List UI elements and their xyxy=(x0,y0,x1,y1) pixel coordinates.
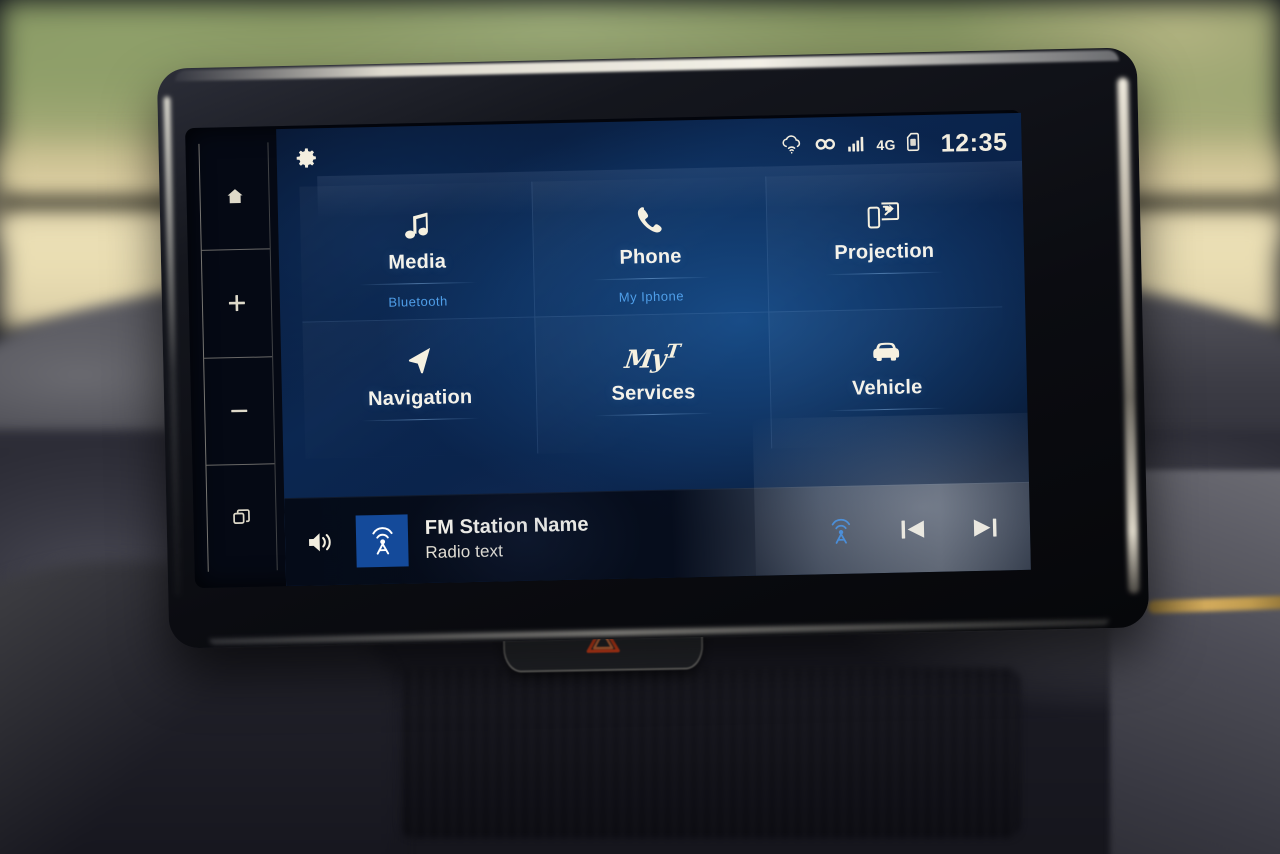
home-icon xyxy=(227,189,243,204)
tile-underline xyxy=(361,417,480,422)
now-playing-meta: FM Station Name Radio text xyxy=(425,513,590,563)
cards-icon xyxy=(233,509,250,524)
status-indicators: 4G 12:35 xyxy=(779,128,1008,162)
tile-underline xyxy=(358,281,477,286)
myt-logo-text: My xyxy=(623,343,668,374)
tile-label: Phone xyxy=(619,245,682,269)
volume-down-button[interactable] xyxy=(204,355,275,465)
myt-logo: MyT xyxy=(623,332,683,374)
gear-icon[interactable] xyxy=(295,146,318,169)
home-tile-grid: Media Bluetooth Phone My Iphone Projecti… xyxy=(299,171,1006,459)
volume-up-button[interactable] xyxy=(201,248,273,358)
tile-underline xyxy=(594,412,713,417)
network-type-label: 4G xyxy=(876,136,896,154)
signal-bars-icon xyxy=(847,135,865,156)
minus-icon xyxy=(231,409,248,412)
apps-button[interactable] xyxy=(206,463,277,572)
tile-label: Navigation xyxy=(367,385,473,411)
home-button[interactable] xyxy=(199,142,269,250)
skip-previous-icon xyxy=(901,520,925,539)
tile-label: Projection xyxy=(834,239,935,265)
track-title: FM Station Name xyxy=(424,512,589,539)
tile-underline xyxy=(591,276,710,281)
media-player-bar: FM Station Name Radio text xyxy=(284,481,1031,587)
album-art-tile[interactable] xyxy=(355,513,409,568)
tile-sublabel: My Iphone xyxy=(618,288,685,305)
screen-mirroring-icon xyxy=(867,192,900,231)
physical-button-strip xyxy=(198,142,278,572)
tile-sublabel: Bluetooth xyxy=(388,293,448,310)
track-subtitle: Radio text xyxy=(425,540,504,562)
cloud-wifi-icon xyxy=(779,134,804,160)
tile-underline xyxy=(828,407,947,412)
radio-tower-icon xyxy=(831,518,851,544)
tile-vehicle[interactable]: Vehicle xyxy=(768,307,1006,449)
sim-card-icon xyxy=(906,132,920,157)
plus-icon xyxy=(228,295,245,312)
infotainment-screen: 4G 12:35 Media Bluetooth Phone My Iphone… xyxy=(276,112,1031,587)
radio-tower-icon xyxy=(371,527,393,555)
head-unit: 4G 12:35 Media Bluetooth Phone My Iphone… xyxy=(156,47,1150,649)
tile-navigation[interactable]: Navigation xyxy=(302,317,539,459)
speaker-volume-icon[interactable] xyxy=(307,530,335,555)
tile-services[interactable]: MyT Services xyxy=(535,312,772,454)
tile-label: Media xyxy=(388,250,447,274)
skip-next-icon xyxy=(973,518,997,537)
tile-label: Services xyxy=(611,381,696,405)
previous-track-button[interactable] xyxy=(898,514,929,545)
tile-projection[interactable]: Projection xyxy=(765,171,1003,313)
screenshot-root: 4G 12:35 Media Bluetooth Phone My Iphone… xyxy=(0,0,1280,854)
music-note-icon xyxy=(402,202,430,241)
clock: 12:35 xyxy=(940,127,1008,158)
navigation-arrow-icon xyxy=(404,338,434,377)
tile-underline xyxy=(825,271,944,276)
bluetooth-connected-icon xyxy=(814,136,836,155)
phone-handset-icon xyxy=(636,197,664,236)
air-vent-grille xyxy=(400,668,1020,838)
tile-phone[interactable]: Phone My Iphone xyxy=(532,176,769,318)
tile-media[interactable]: Media Bluetooth xyxy=(299,181,536,323)
source-radio-button[interactable] xyxy=(826,515,857,546)
next-track-button[interactable] xyxy=(970,512,1001,543)
car-front-icon xyxy=(870,328,903,367)
media-controls xyxy=(826,512,1015,546)
tile-label: Vehicle xyxy=(851,376,923,400)
myt-logo-sup: T xyxy=(664,340,683,363)
